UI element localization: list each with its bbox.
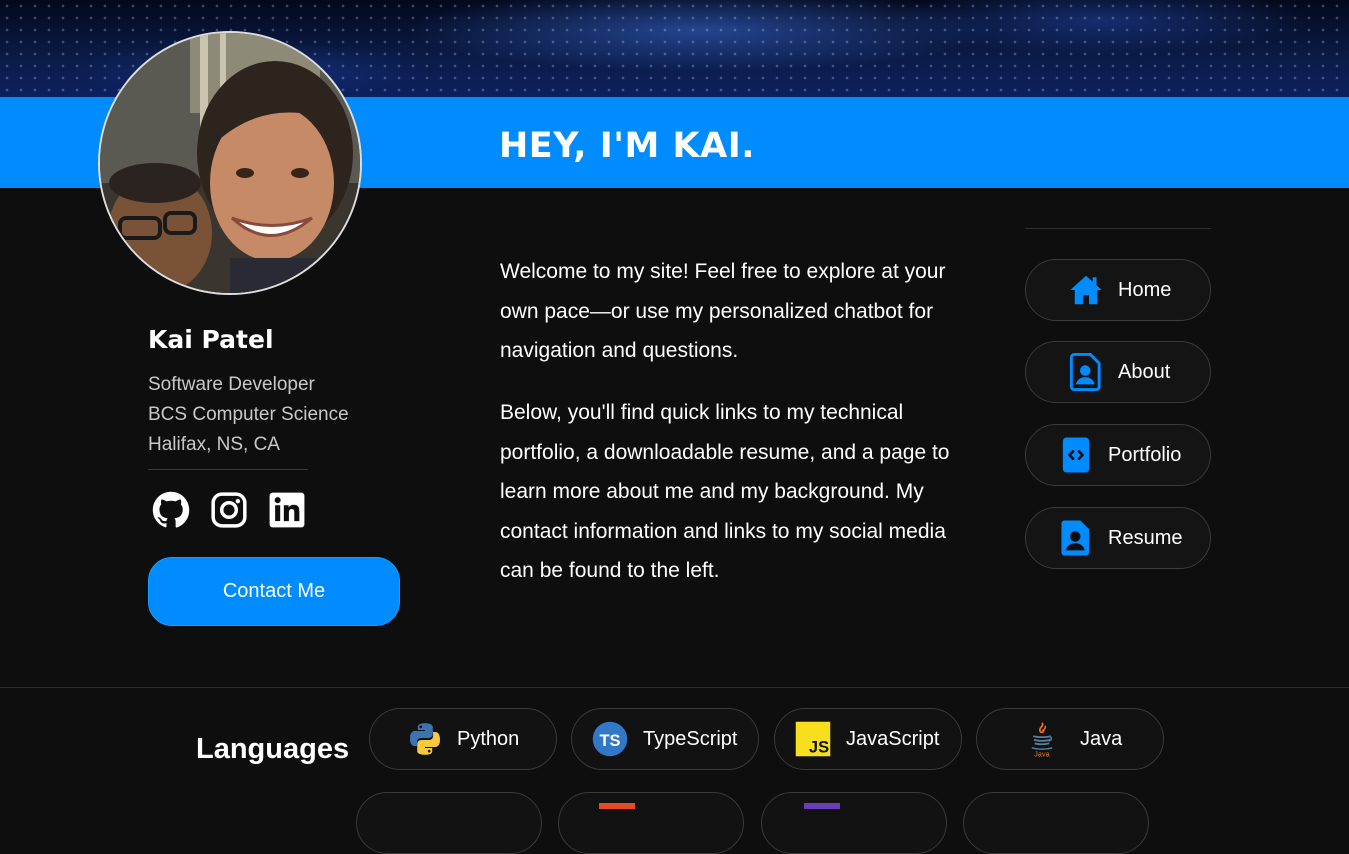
linkedin-icon[interactable] [267,490,307,530]
svg-text:Java: Java [1034,750,1050,758]
instagram-icon[interactable] [209,490,249,530]
language-chip-row2-2[interactable] [558,792,744,854]
nav-about-label: About [1118,360,1171,383]
language-chip-row2-3[interactable] [761,792,947,854]
language-python-label: Python [457,727,520,750]
profile-name: Kai Patel [148,325,274,354]
language-icon-partial [804,803,840,809]
section-divider [0,687,1349,688]
profile-divider [148,469,308,470]
nav-resume-button[interactable]: Resume [1025,507,1211,569]
nav-divider [1025,228,1211,229]
profile-location: Halifax, NS, CA [148,434,280,455]
languages-heading: Languages [196,733,350,765]
nav-portfolio-button[interactable]: Portfolio [1025,424,1211,486]
language-chip-javascript[interactable]: JS JavaScript [774,708,962,770]
github-icon[interactable] [151,490,191,530]
language-chip-python[interactable]: Python [369,708,557,770]
language-java-label: Java [1080,727,1123,750]
language-javascript-label: JavaScript [846,727,940,750]
python-icon [407,721,443,757]
language-typescript-label: TypeScript [643,727,738,750]
language-chip-typescript[interactable]: TS TypeScript [571,708,759,770]
language-icon-partial [599,803,635,809]
nav-home-label: Home [1118,278,1172,301]
javascript-icon: JS [795,721,831,757]
nav-resume-label: Resume [1108,526,1183,549]
nav-about-button[interactable]: About [1025,341,1211,403]
profile-card-icon [1066,352,1106,392]
svg-text:TS: TS [599,732,620,750]
intro-paragraph-1: Welcome to my site! Feel free to explore… [500,260,946,362]
language-chip-row2-4[interactable] [963,792,1149,854]
java-icon: Java [1024,721,1060,758]
intro-paragraph-2: Below, you'll find quick links to my tec… [500,401,950,582]
language-chip-row2-1[interactable] [356,792,542,854]
resume-file-icon [1056,518,1096,558]
typescript-icon: TS [592,721,628,757]
svg-text:JS: JS [809,739,829,757]
page-title: HEY, I'M KAI. [499,126,756,166]
nav-home-button[interactable]: Home [1025,259,1211,321]
code-file-icon [1056,435,1096,475]
home-icon [1066,270,1106,310]
language-chip-java[interactable]: Java Java [976,708,1164,770]
nav-portfolio-label: Portfolio [1108,443,1182,466]
contact-me-button[interactable]: Contact Me [148,557,400,626]
profile-role: Software Developer [148,374,315,395]
avatar [98,31,362,295]
profile-degree: BCS Computer Science [148,404,349,425]
